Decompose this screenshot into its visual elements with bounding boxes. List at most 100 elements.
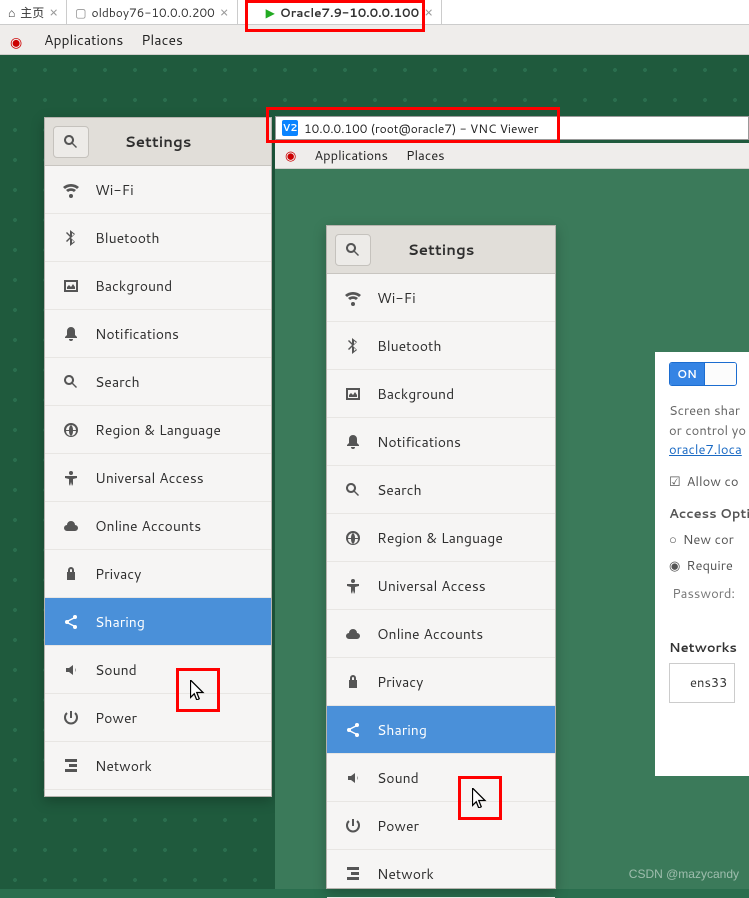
close-icon[interactable]: × bbox=[49, 2, 58, 22]
search-icon bbox=[63, 374, 79, 390]
search-icon bbox=[345, 482, 361, 498]
sidebar-item-label: Bluetooth bbox=[377, 336, 441, 356]
background-icon bbox=[63, 278, 79, 294]
menu-places[interactable]: Places bbox=[141, 30, 183, 50]
share-icon bbox=[63, 614, 79, 630]
search-button[interactable] bbox=[53, 126, 89, 158]
sidebar-item-label: Power bbox=[377, 816, 419, 836]
sidebar-item-label: Universal Access bbox=[95, 468, 204, 488]
bell-icon bbox=[63, 326, 79, 342]
sidebar-item-bluetooth[interactable]: Bluetooth bbox=[327, 322, 555, 370]
tab-oldboy[interactable]: ▢ oldboy76-10.0.0.200 × bbox=[67, 0, 238, 24]
sidebar-item-network[interactable]: Network bbox=[327, 850, 555, 898]
vnc-titlebar[interactable]: V2 10.0.0.100 (root@oracle7) - VNC Viewe… bbox=[275, 116, 749, 140]
search-icon bbox=[63, 134, 79, 150]
sidebar-item-privacy[interactable]: Privacy bbox=[327, 658, 555, 706]
sidebar-item-sound[interactable]: Sound bbox=[327, 754, 555, 802]
sidebar-item-label: Sharing bbox=[95, 612, 145, 632]
vnc-title-text: 10.0.0.100 (root@oracle7) - VNC Viewer bbox=[304, 120, 538, 137]
sidebar-item-label: Notifications bbox=[95, 324, 179, 344]
sidebar-item-search[interactable]: Search bbox=[45, 358, 271, 406]
cursor-icon bbox=[190, 680, 206, 700]
hostname-link[interactable]: oracle7.loca bbox=[669, 441, 742, 459]
sidebar-item-label: Online Accounts bbox=[377, 624, 483, 644]
sidebar-item-power[interactable]: Power bbox=[327, 802, 555, 850]
sidebar-item-universal-access[interactable]: Universal Access bbox=[327, 562, 555, 610]
settings-title: Settings bbox=[89, 131, 271, 152]
allow-connections-checkbox[interactable]: ☑ Allow co bbox=[669, 473, 735, 491]
tab-oracle[interactable]: ▶ Oracle7.9-10.0.0.100 × bbox=[258, 0, 442, 24]
wifi-icon bbox=[345, 290, 361, 306]
sharing-detail-panel: ON Screen shar or control yo oracle7.loc… bbox=[655, 352, 749, 776]
networks-heading: Networks bbox=[669, 639, 735, 657]
close-icon[interactable]: × bbox=[220, 2, 229, 22]
access-options-heading: Access Opti bbox=[669, 505, 735, 523]
sidebar-item-notifications[interactable]: Notifications bbox=[327, 418, 555, 466]
sidebar-item-network[interactable]: Network bbox=[45, 742, 271, 790]
bell-icon bbox=[345, 434, 361, 450]
network-icon bbox=[63, 758, 79, 774]
close-icon[interactable]: × bbox=[424, 2, 433, 22]
toggle-on-label: ON bbox=[670, 363, 704, 385]
power-icon bbox=[345, 818, 361, 834]
sidebar-item-label: Wi-Fi bbox=[377, 288, 416, 308]
universal-icon bbox=[63, 470, 79, 486]
vnc-menubar: ◉ Applications Places bbox=[275, 143, 749, 169]
power-icon bbox=[63, 710, 79, 726]
share-icon bbox=[345, 722, 361, 738]
sidebar-item-label: Privacy bbox=[95, 564, 141, 584]
sharing-description: Screen shar or control yo oracle7.loca bbox=[669, 402, 735, 461]
privacy-icon bbox=[63, 566, 79, 582]
sidebar-item-sound[interactable]: Sound bbox=[45, 646, 271, 694]
vm-off-icon: ▢ bbox=[75, 4, 86, 21]
password-label: Password: bbox=[669, 585, 735, 603]
sidebar-item-search[interactable]: Search bbox=[327, 466, 555, 514]
sidebar-item-label: Search bbox=[377, 480, 422, 500]
sidebar-item-notifications[interactable]: Notifications bbox=[45, 310, 271, 358]
checkbox-icon: ☑ bbox=[669, 473, 681, 491]
menu-applications[interactable]: Applications bbox=[44, 30, 123, 50]
sidebar-item-privacy[interactable]: Privacy bbox=[45, 550, 271, 598]
sidebar-item-sharing[interactable]: Sharing bbox=[327, 706, 555, 754]
sidebar-item-bluetooth[interactable]: Bluetooth bbox=[45, 214, 271, 262]
sidebar-item-label: Notifications bbox=[377, 432, 461, 452]
sidebar-item-label: Sound bbox=[377, 768, 419, 788]
radio-new-connections[interactable]: ○ New cor bbox=[669, 531, 735, 549]
network-row[interactable]: ens33 bbox=[669, 663, 735, 703]
tab-label: oldboy76-10.0.0.200 bbox=[92, 4, 215, 21]
settings-window-1: Settings Wi-Fi Bluetooth Background Notific… bbox=[44, 117, 272, 797]
host-menubar: ◉ Applications Places bbox=[0, 25, 749, 55]
tab-home[interactable]: ⌂ 主页 × bbox=[0, 0, 67, 24]
sharing-toggle[interactable]: ON bbox=[669, 362, 737, 386]
sidebar-item-region-language[interactable]: Region & Language bbox=[327, 514, 555, 562]
sidebar-item-wi-fi[interactable]: Wi-Fi bbox=[45, 166, 271, 214]
radio-require-password[interactable]: ◉ Require bbox=[669, 557, 735, 575]
sidebar-item-online-accounts[interactable]: Online Accounts bbox=[45, 502, 271, 550]
sidebar-item-power[interactable]: Power bbox=[45, 694, 271, 742]
sidebar-item-region-language[interactable]: Region & Language bbox=[45, 406, 271, 454]
toggle-slider bbox=[704, 363, 736, 385]
search-icon bbox=[345, 242, 361, 258]
sidebar-item-background[interactable]: Background bbox=[327, 370, 555, 418]
globe-icon bbox=[63, 422, 79, 438]
settings-header: Settings bbox=[45, 118, 271, 166]
sidebar-item-label: Bluetooth bbox=[95, 228, 159, 248]
sound-icon bbox=[63, 662, 79, 678]
menu-applications[interactable]: Applications bbox=[314, 147, 388, 165]
background-icon bbox=[345, 386, 361, 402]
search-button[interactable] bbox=[335, 234, 371, 266]
sidebar-item-wi-fi[interactable]: Wi-Fi bbox=[327, 274, 555, 322]
cloud-icon bbox=[345, 626, 361, 642]
sidebar-item-universal-access[interactable]: Universal Access bbox=[45, 454, 271, 502]
settings-sidebar-list: Wi-Fi Bluetooth Background Notifications Sea… bbox=[327, 274, 555, 898]
radio-off-icon: ○ bbox=[669, 531, 677, 549]
sidebar-item-background[interactable]: Background bbox=[45, 262, 271, 310]
sidebar-item-online-accounts[interactable]: Online Accounts bbox=[327, 610, 555, 658]
watermark: CSDN @mazycandy bbox=[629, 867, 739, 881]
sidebar-item-sharing[interactable]: Sharing bbox=[45, 598, 271, 646]
sidebar-item-label: Online Accounts bbox=[95, 516, 201, 536]
menu-places[interactable]: Places bbox=[406, 147, 445, 165]
universal-icon bbox=[345, 578, 361, 594]
settings-sidebar-list: Wi-Fi Bluetooth Background Notifications Sea… bbox=[45, 166, 271, 790]
sidebar-item-label: Background bbox=[95, 276, 172, 296]
